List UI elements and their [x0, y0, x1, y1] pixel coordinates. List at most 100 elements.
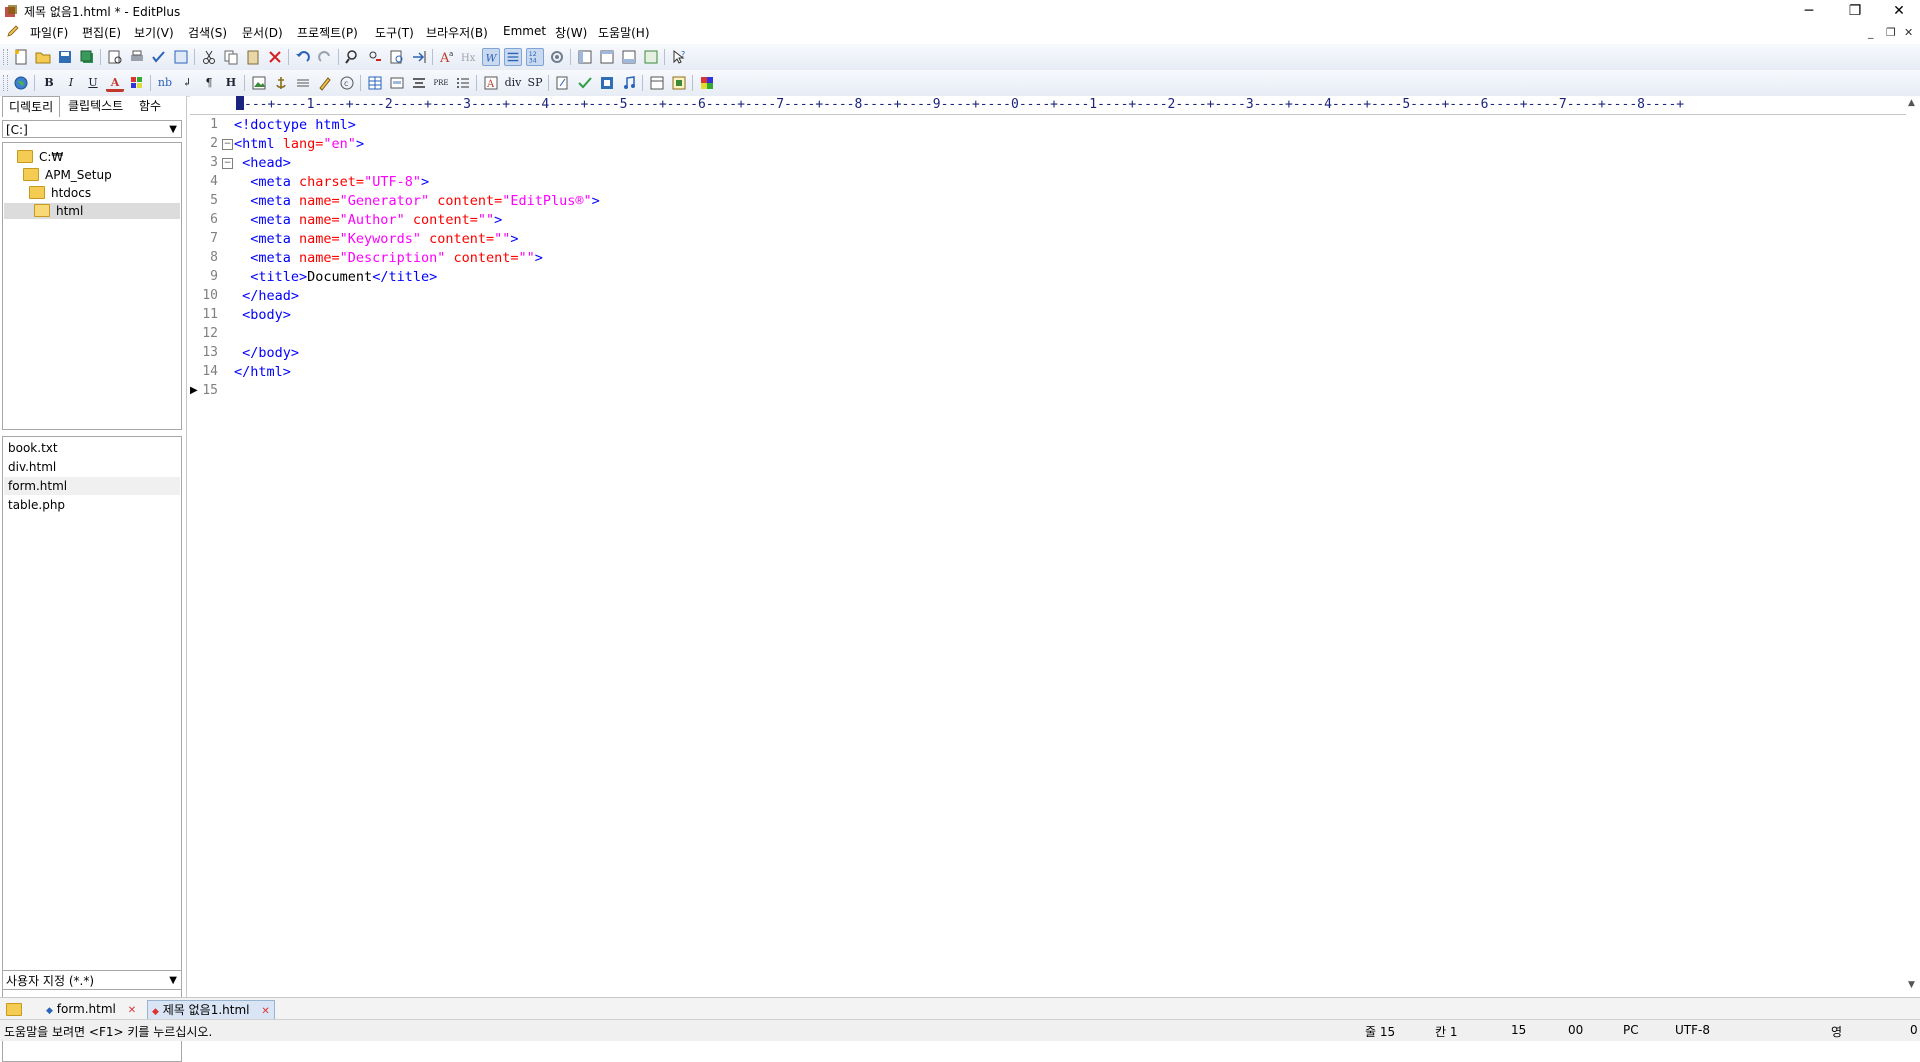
find-icon[interactable]	[344, 48, 362, 66]
toolbar-grip[interactable]	[3, 49, 8, 65]
redo-icon[interactable]	[316, 48, 334, 66]
menu-file[interactable]: 파일(F)	[30, 24, 68, 41]
close-button[interactable]: ✕	[1876, 0, 1920, 22]
italic-button[interactable]: I	[62, 74, 80, 92]
line-break-button[interactable]: ↲	[178, 74, 196, 92]
file-item-form-html[interactable]: form.html	[4, 477, 180, 495]
menu-tools[interactable]: 도구(T)	[375, 24, 414, 41]
minimize-button[interactable]: ─	[1786, 0, 1832, 22]
drive-select[interactable]: [C:] ▼	[2, 120, 182, 138]
tab-directory[interactable]: 디렉토리	[2, 96, 61, 117]
menu-project[interactable]: 프로젝트(P)	[297, 24, 358, 41]
code-line[interactable]: <body>	[234, 307, 291, 323]
vertical-scrollbar[interactable]: ▲ ▼	[1906, 96, 1920, 997]
highlight-icon[interactable]	[316, 74, 334, 92]
file-item-div-html[interactable]: div.html	[8, 458, 56, 476]
color-palette-icon[interactable]	[128, 74, 146, 92]
file-item-table-php[interactable]: table.php	[8, 496, 65, 514]
table-icon[interactable]	[366, 74, 384, 92]
maximize-button[interactable]: ❐	[1832, 0, 1878, 22]
save-icon[interactable]	[56, 48, 74, 66]
iframe-icon[interactable]	[670, 74, 688, 92]
browser-preview-icon[interactable]	[172, 48, 190, 66]
heading-button[interactable]: H	[222, 74, 240, 92]
code-line[interactable]: <meta name="Generator" content="EditPlus…	[234, 193, 600, 209]
replace-icon[interactable]	[366, 48, 384, 66]
music-note-icon[interactable]	[620, 74, 638, 92]
mdi-minimize-button[interactable]: _	[1868, 26, 1874, 39]
save-all-icon[interactable]	[78, 48, 96, 66]
menu-browser[interactable]: 브라우저(B)	[426, 24, 488, 41]
code-editor[interactable]: ---+----1----+----2----+----3----+----4-…	[190, 96, 1906, 997]
toolbar-grip[interactable]	[3, 75, 8, 91]
code-line[interactable]: <meta charset="UTF-8">	[234, 174, 429, 190]
center-align-icon[interactable]	[410, 74, 428, 92]
tree-item-apm-setup[interactable]: APM_Setup	[23, 167, 112, 183]
anchor-icon[interactable]	[272, 74, 290, 92]
tree-item-htdocs[interactable]: htdocs	[29, 185, 91, 201]
paragraph-button[interactable]: ¶	[200, 74, 218, 92]
menu-document[interactable]: 문서(D)	[242, 24, 283, 41]
find-in-files-icon[interactable]	[388, 48, 406, 66]
line-number-icon[interactable]	[504, 48, 522, 66]
new-file-icon[interactable]	[12, 48, 30, 66]
form-icon[interactable]	[388, 74, 406, 92]
code-line[interactable]: <head>	[234, 155, 291, 171]
directory-window-icon[interactable]	[576, 48, 594, 66]
code-line[interactable]: <meta name="Keywords" content="">	[234, 231, 518, 247]
code-line[interactable]: <title>Document</title>	[234, 269, 437, 285]
scroll-down-icon[interactable]: ▼	[1908, 980, 1915, 990]
copyright-icon[interactable]: c	[338, 74, 356, 92]
tree-item-c-drive[interactable]: C:₩	[17, 149, 63, 165]
output-window-icon[interactable]	[620, 48, 638, 66]
code-line[interactable]: <meta name="Description" content="">	[234, 250, 543, 266]
font-size-icon[interactable]: Aa	[438, 48, 456, 66]
spell-check-icon[interactable]	[150, 48, 168, 66]
status-encoding[interactable]: UTF-8	[1675, 1023, 1710, 1037]
script-icon[interactable]	[554, 74, 572, 92]
list-icon[interactable]	[454, 74, 472, 92]
color-picker-icon[interactable]	[698, 74, 716, 92]
globe-icon[interactable]	[12, 74, 30, 92]
span-button[interactable]: SP	[526, 74, 544, 92]
delete-icon[interactable]	[266, 48, 284, 66]
fold-toggle-icon[interactable]: −	[222, 158, 233, 169]
paste-icon[interactable]	[244, 48, 262, 66]
div-button[interactable]: div	[504, 74, 522, 92]
tab-cliptext[interactable]: 클립텍스트	[62, 96, 129, 116]
close-tab-icon[interactable]: ✕	[128, 1005, 136, 1016]
hex-view-icon[interactable]: Hx	[460, 48, 478, 66]
goto-line-icon[interactable]	[410, 48, 428, 66]
fullscreen-icon[interactable]	[642, 48, 660, 66]
menu-emmet[interactable]: Emmet	[503, 24, 546, 38]
media-icon[interactable]	[598, 74, 616, 92]
code-line[interactable]: <html lang="en">	[234, 136, 364, 152]
fold-toggle-icon[interactable]: −	[222, 139, 233, 150]
nbsp-button[interactable]: nb	[156, 74, 174, 92]
help-pointer-icon[interactable]: ?	[670, 48, 688, 66]
menu-search[interactable]: 검색(S)	[188, 24, 227, 41]
underline-button[interactable]: U	[84, 74, 102, 92]
pre-button[interactable]: PRE	[432, 74, 450, 92]
frame-icon[interactable]	[648, 74, 666, 92]
image-icon[interactable]	[250, 74, 268, 92]
undo-icon[interactable]	[294, 48, 312, 66]
font-color-button[interactable]: A	[106, 74, 124, 92]
file-item-book-txt[interactable]: book.txt	[8, 439, 58, 457]
cut-icon[interactable]	[200, 48, 218, 66]
mdi-restore-button[interactable]: ❐	[1886, 26, 1896, 39]
tab-functions[interactable]: 함수	[133, 96, 167, 116]
horizontal-rule-icon[interactable]	[294, 74, 312, 92]
file-filter-select[interactable]: 사용자 지정 (*.*) ▼	[2, 970, 182, 990]
cliptext-window-icon[interactable]	[598, 48, 616, 66]
tree-item-html-selected[interactable]: html	[4, 203, 180, 219]
scroll-up-icon[interactable]: ▲	[1908, 98, 1915, 108]
code-line[interactable]: </head>	[234, 288, 299, 304]
folder-icon[interactable]	[6, 1003, 22, 1016]
menu-view[interactable]: 보기(V)	[134, 24, 174, 41]
doc-tab-form-html[interactable]: ◆ form.html ✕	[42, 1000, 140, 1018]
word-wrap-icon[interactable]: W	[482, 48, 500, 66]
print-icon[interactable]	[128, 48, 146, 66]
menu-help[interactable]: 도움말(H)	[598, 24, 650, 41]
code-line[interactable]: <meta name="Author" content="">	[234, 212, 502, 228]
